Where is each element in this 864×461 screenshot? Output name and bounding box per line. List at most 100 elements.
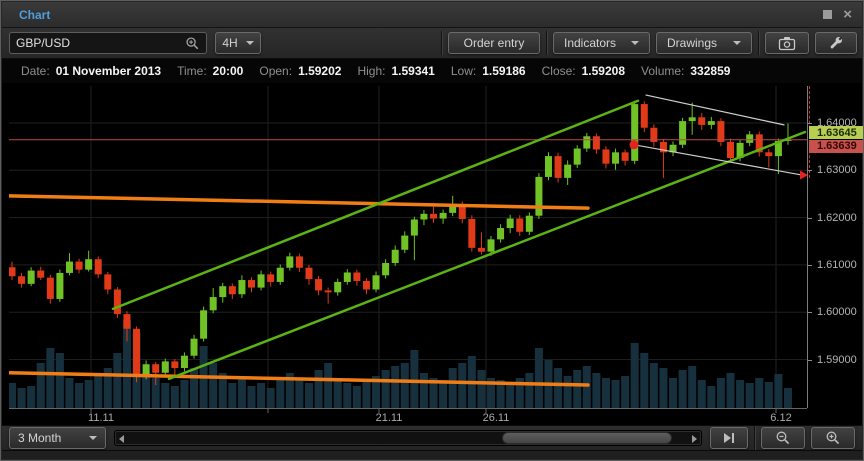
candle-up — [238, 280, 246, 295]
candle-up — [746, 134, 754, 143]
symbol-search-icon[interactable] — [185, 36, 200, 51]
candle-up — [544, 156, 552, 177]
toolbar-separator — [441, 31, 442, 55]
candle-up — [276, 267, 284, 282]
price-axis-label: 1.59000 — [817, 353, 857, 366]
window-close-icon[interactable]: × — [843, 7, 852, 22]
candle-up — [439, 212, 447, 219]
price-axis-label: 1.61000 — [817, 258, 857, 271]
open-label: Open: — [259, 64, 293, 78]
window-title: Chart — [19, 7, 51, 22]
candle-up — [200, 310, 208, 339]
candle-up — [707, 121, 715, 125]
time-axis-label: 21.11 — [376, 412, 403, 424]
candle-up — [219, 286, 227, 298]
chart-area[interactable]: 11.11 21.11 26.11 6.12 1.64000 1.63000 1.6200… — [2, 83, 863, 425]
candle-up — [583, 136, 591, 149]
candle-down — [315, 279, 323, 291]
candle-up — [487, 239, 495, 252]
candle-down — [133, 328, 141, 375]
time-value: 20:00 — [212, 64, 244, 78]
candle-up — [525, 215, 533, 232]
candle-down — [468, 219, 476, 248]
candle-down — [228, 286, 236, 295]
candlestick-chart[interactable]: 11.11 21.11 26.11 6.12 — [9, 86, 807, 425]
price-axis-label: 1.63000 — [817, 164, 857, 177]
symbol-value: GBP/USD — [16, 36, 71, 50]
scrollbar-thumb[interactable] — [501, 432, 672, 444]
candle-down — [104, 274, 112, 290]
chart-window: Chart × GBP/USD 4H Order entry Indicator… — [0, 0, 864, 461]
chart-scrollbar[interactable] — [113, 430, 703, 446]
scroll-right-icon[interactable] — [692, 435, 698, 443]
price-axis-tick — [808, 312, 812, 314]
range-value: 3 Month — [18, 431, 62, 445]
window-resize-strip[interactable] — [2, 450, 862, 459]
chevron-down-icon — [245, 41, 254, 45]
candle-up — [27, 270, 35, 284]
low-label: Low: — [450, 64, 477, 78]
zoom-in-icon — [826, 431, 840, 445]
date-label: Date: — [21, 64, 50, 78]
channel-line-lower-green[interactable] — [167, 130, 807, 381]
candle-down — [362, 280, 370, 290]
candle-up — [631, 104, 639, 161]
candle-down — [18, 276, 26, 284]
range-dropdown[interactable]: 3 Month — [9, 427, 106, 449]
price-axis-label: 1.60000 — [817, 306, 857, 319]
go-to-end-button[interactable] — [710, 427, 749, 449]
ohlc-info-bar: Date: 01 November 2013 Time: 20:00 Open:… — [2, 59, 862, 83]
candle-up — [334, 281, 342, 293]
candle-up — [161, 361, 169, 373]
time-axis: 11.11 21.11 26.11 6.12 — [9, 408, 807, 424]
candle-down — [592, 136, 600, 150]
settings-button[interactable] — [815, 32, 857, 54]
symbol-input[interactable]: GBP/USD — [9, 32, 207, 54]
window-controls: × — [823, 7, 852, 22]
candle-up — [679, 121, 687, 145]
drawing-anchor-dot[interactable] — [629, 140, 639, 150]
resistance-line-upper-orange[interactable] — [9, 194, 590, 210]
toolbar: GBP/USD 4H Order entry Indicators Drawin… — [2, 28, 862, 59]
time-label: Time: — [177, 64, 207, 78]
bottom-separator — [754, 426, 756, 450]
candle-up — [612, 152, 620, 164]
toolbar-separator — [758, 31, 759, 55]
candle-down — [621, 152, 629, 161]
drawings-dropdown[interactable]: Drawings — [656, 32, 752, 54]
screenshot-button[interactable] — [765, 32, 809, 54]
candle-up — [410, 219, 418, 236]
candle-up — [382, 263, 390, 276]
price-axis-tick — [808, 264, 812, 266]
chevron-down-icon — [88, 436, 97, 440]
drawing-arrow-marker[interactable] — [800, 170, 807, 180]
close-value: 1.59208 — [581, 64, 626, 78]
candle-down — [94, 259, 102, 275]
timeframe-dropdown[interactable]: 4H — [215, 32, 261, 54]
chevron-down-icon — [631, 41, 639, 45]
candle-down — [295, 256, 303, 268]
open-value: 1.59202 — [298, 64, 342, 78]
price-axis[interactable]: 1.64000 1.63000 1.62000 1.61000 1.60000 1.590… — [807, 86, 863, 408]
candle-up — [257, 274, 265, 288]
candle-up — [401, 235, 409, 250]
window-maximize-icon[interactable] — [823, 10, 833, 19]
zoom-out-button[interactable] — [761, 427, 806, 449]
order-entry-button[interactable]: Order entry — [448, 32, 540, 54]
ask-price-badge: 1.63645 — [809, 126, 863, 140]
candle-down — [430, 213, 438, 219]
wedge-line-upper-white[interactable] — [645, 94, 785, 126]
volume-value: 332859 — [690, 64, 731, 78]
candle-up — [180, 355, 188, 369]
candle-down — [554, 156, 562, 178]
price-axis-label: 1.62000 — [817, 211, 857, 224]
zoom-in-button[interactable] — [811, 427, 856, 449]
candle-up — [209, 297, 217, 311]
indicators-dropdown[interactable]: Indicators — [553, 32, 650, 54]
high-value: 1.59341 — [391, 64, 435, 78]
candle-down — [9, 267, 16, 277]
price-axis-tick — [808, 359, 812, 361]
scroll-left-icon[interactable] — [118, 435, 124, 443]
candle-up — [343, 272, 351, 282]
candle-down — [267, 274, 275, 282]
